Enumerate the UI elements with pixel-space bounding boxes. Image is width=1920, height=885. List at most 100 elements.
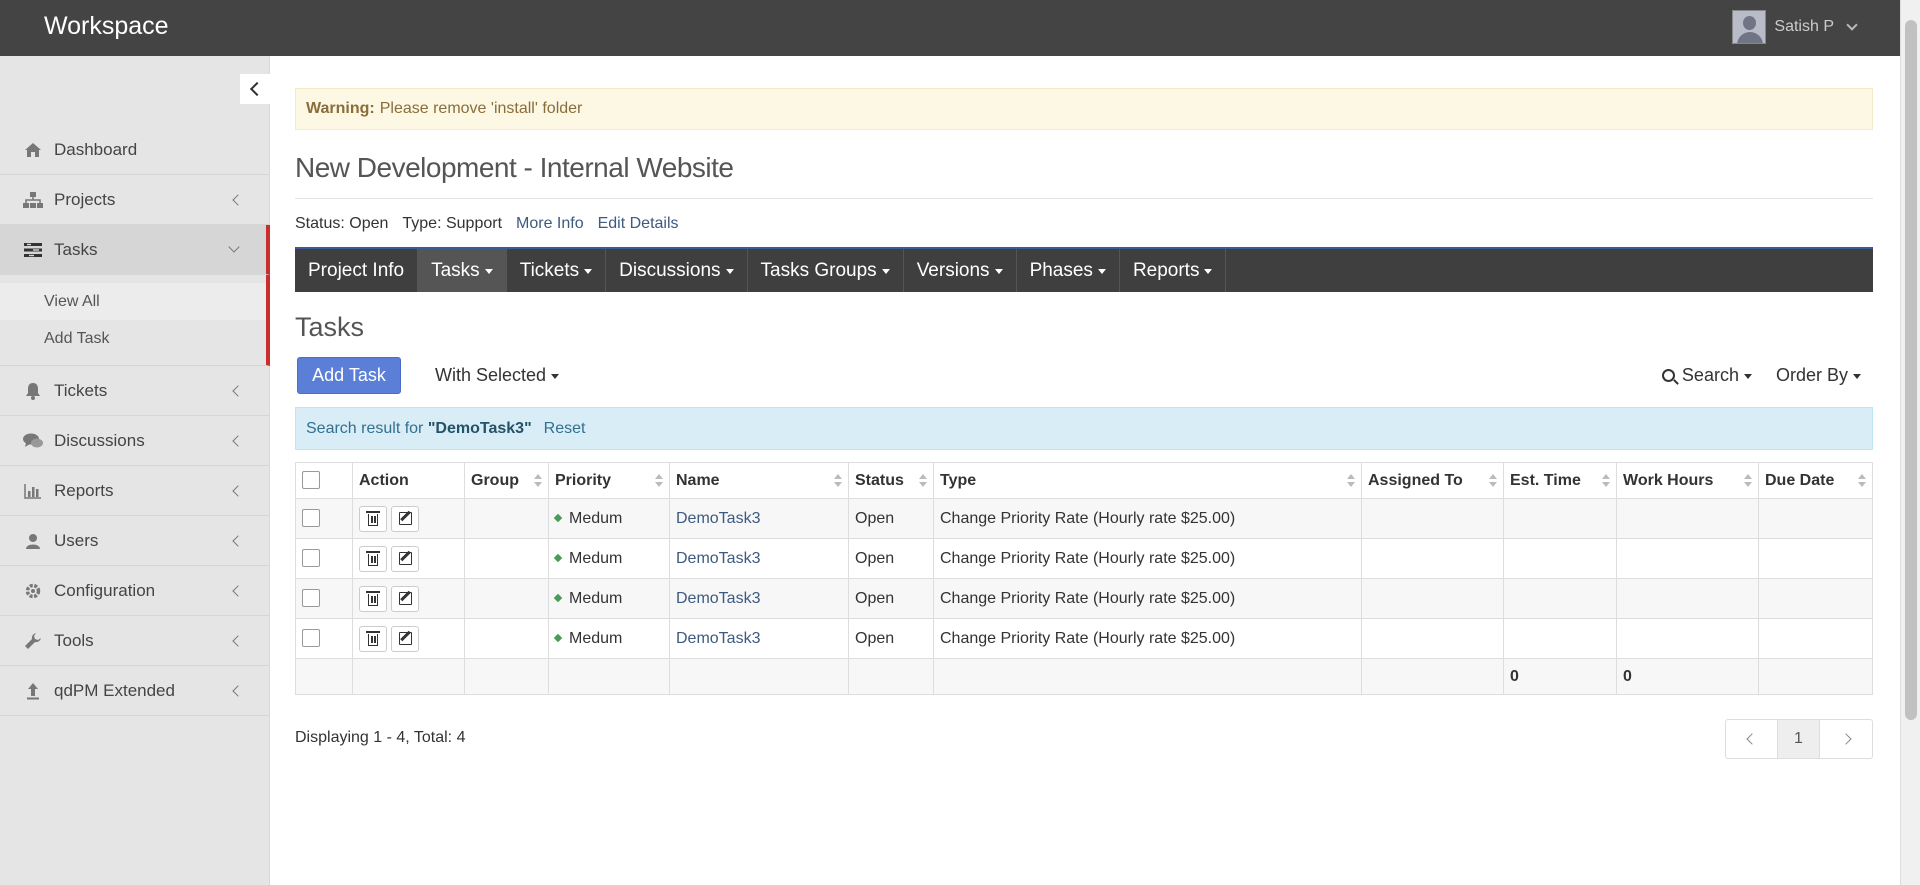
column-header-due-date[interactable]: Due Date bbox=[1758, 462, 1873, 499]
column-header-est-time[interactable]: Est. Time bbox=[1503, 462, 1617, 499]
sidebar-item-tickets[interactable]: Tickets bbox=[0, 366, 270, 416]
right-tools: Search Order By bbox=[1661, 365, 1861, 386]
page-button-current[interactable]: 1 bbox=[1778, 720, 1820, 758]
row-checkbox[interactable] bbox=[302, 509, 320, 528]
chevron-left-icon bbox=[232, 685, 244, 697]
column-header-group[interactable]: Group bbox=[464, 462, 549, 499]
tab-tickets[interactable]: Tickets bbox=[507, 249, 607, 292]
tab-tasks[interactable]: Tasks bbox=[418, 249, 507, 292]
sidebar-item-dashboard[interactable]: Dashboard bbox=[0, 125, 270, 175]
sidebar-item-users[interactable]: Users bbox=[0, 516, 270, 566]
type-cell: Change Priority Rate (Hourly rate $25.00… bbox=[933, 538, 1362, 579]
column-header-assigned-to[interactable]: Assigned To bbox=[1361, 462, 1504, 499]
reset-link[interactable]: Reset bbox=[544, 420, 586, 438]
sidebar-item-label: Projects bbox=[54, 189, 116, 209]
add-task-button[interactable]: Add Task bbox=[297, 357, 401, 394]
prev-page-button[interactable] bbox=[1726, 720, 1778, 758]
tab-phases[interactable]: Phases bbox=[1017, 249, 1120, 292]
edit-button[interactable] bbox=[391, 625, 419, 652]
task-name-link[interactable]: DemoTask3 bbox=[676, 590, 760, 607]
sidebar-item-projects[interactable]: Projects bbox=[0, 175, 270, 225]
table-row: Medum DemoTask3 Open Change Priority Rat… bbox=[295, 498, 1873, 539]
assigned-cell bbox=[1361, 618, 1504, 659]
page-scrollbar[interactable] bbox=[1900, 0, 1920, 885]
row-actions-cell bbox=[352, 498, 465, 539]
with-selected-label: With Selected bbox=[435, 365, 547, 385]
caret-down-icon bbox=[1853, 373, 1861, 379]
sidebar-item-label: Tools bbox=[54, 630, 94, 650]
sidebar-item-qdpm-extended[interactable]: qdPM Extended bbox=[0, 666, 270, 716]
order-by-dropdown[interactable]: Order By bbox=[1776, 365, 1861, 386]
sidebar-item-configuration[interactable]: Configuration bbox=[0, 566, 270, 616]
row-checkbox[interactable] bbox=[302, 629, 320, 648]
task-name-link[interactable]: DemoTask3 bbox=[676, 630, 760, 647]
row-select-cell bbox=[295, 578, 353, 619]
with-selected-dropdown[interactable]: With Selected bbox=[435, 365, 560, 386]
tab-tasks-groups[interactable]: Tasks Groups bbox=[748, 249, 904, 292]
table-footer: Displaying 1 - 4, Total: 4 1 bbox=[295, 719, 1873, 759]
sidebar-subitem-view-all[interactable]: View All bbox=[0, 283, 266, 320]
sidebar-subitem-add-task[interactable]: Add Task bbox=[0, 320, 266, 357]
column-header-work-hours[interactable]: Work Hours bbox=[1616, 462, 1759, 499]
search-result-prefix: Search result for bbox=[306, 419, 424, 437]
chevron-right-icon bbox=[1840, 733, 1852, 745]
tab-label: Phases bbox=[1029, 259, 1093, 281]
column-header-status[interactable]: Status bbox=[848, 462, 934, 499]
sidebar-item-label: Configuration bbox=[54, 580, 156, 600]
delete-button[interactable] bbox=[359, 625, 387, 652]
chevron-down-icon[interactable] bbox=[1846, 18, 1858, 31]
caret-down-icon bbox=[1743, 373, 1752, 379]
user-name[interactable]: Satish P bbox=[1774, 18, 1834, 36]
chevron-left-icon bbox=[232, 585, 244, 597]
sidebar-item-discussions[interactable]: Discussions bbox=[0, 416, 270, 466]
group-cell bbox=[464, 538, 549, 579]
page-title: New Development - Internal Website bbox=[295, 152, 1873, 199]
search-dropdown[interactable]: Search bbox=[1661, 365, 1752, 386]
tab-discussions[interactable]: Discussions bbox=[606, 249, 748, 292]
delete-button[interactable] bbox=[359, 585, 387, 612]
sidebar-item-tasks[interactable]: Tasks bbox=[0, 225, 270, 275]
next-page-button[interactable] bbox=[1820, 720, 1872, 758]
avatar[interactable] bbox=[1732, 10, 1767, 44]
user-menu[interactable]: Satish P bbox=[1732, 10, 1858, 44]
empty-cell bbox=[933, 658, 1362, 695]
tab-reports[interactable]: Reports bbox=[1120, 249, 1227, 292]
delete-button[interactable] bbox=[359, 545, 387, 572]
more-info-link[interactable]: More Info bbox=[516, 215, 584, 233]
sort-icon bbox=[834, 474, 842, 488]
delete-button[interactable] bbox=[359, 505, 387, 532]
scrollbar-thumb[interactable] bbox=[1905, 20, 1917, 720]
column-header-name[interactable]: Name bbox=[669, 462, 849, 499]
sidebar: Dashboard Projects Tasks View All Add Ta… bbox=[0, 56, 270, 885]
search-label: Search bbox=[1681, 365, 1739, 385]
sidebar-collapse-button[interactable] bbox=[240, 74, 270, 104]
tab-project-info[interactable]: Project Info bbox=[295, 249, 419, 292]
priority-label: Medum bbox=[569, 509, 623, 527]
column-label: Name bbox=[676, 471, 720, 489]
edit-details-link[interactable]: Edit Details bbox=[598, 215, 679, 233]
bar-chart-icon bbox=[22, 481, 44, 501]
task-name-link[interactable]: DemoTask3 bbox=[676, 550, 760, 567]
task-name-link[interactable]: DemoTask3 bbox=[676, 510, 760, 527]
trash-icon bbox=[366, 631, 380, 646]
tab-versions[interactable]: Versions bbox=[904, 249, 1017, 292]
select-all-checkbox[interactable] bbox=[302, 471, 320, 490]
tasks-submenu: View All Add Task bbox=[0, 275, 270, 366]
sidebar-item-reports[interactable]: Reports bbox=[0, 466, 270, 516]
column-header-type[interactable]: Type bbox=[933, 462, 1362, 499]
column-header-priority[interactable]: Priority bbox=[548, 462, 670, 499]
row-checkbox[interactable] bbox=[302, 589, 320, 608]
edit-button[interactable] bbox=[391, 505, 419, 532]
priority-dot-icon bbox=[553, 554, 563, 563]
caret-down-icon bbox=[551, 373, 560, 379]
work-hours-cell bbox=[1616, 498, 1759, 539]
row-checkbox[interactable] bbox=[302, 549, 320, 568]
edit-button[interactable] bbox=[391, 585, 419, 612]
caret-down-icon bbox=[584, 269, 593, 274]
caret-down-icon bbox=[994, 269, 1003, 274]
sidebar-item-label: Dashboard bbox=[54, 139, 138, 159]
top-header: Workspace Satish P bbox=[0, 0, 1900, 56]
sidebar-item-tools[interactable]: Tools bbox=[0, 616, 270, 666]
brand-title[interactable]: Workspace bbox=[44, 12, 169, 41]
edit-button[interactable] bbox=[391, 545, 419, 572]
